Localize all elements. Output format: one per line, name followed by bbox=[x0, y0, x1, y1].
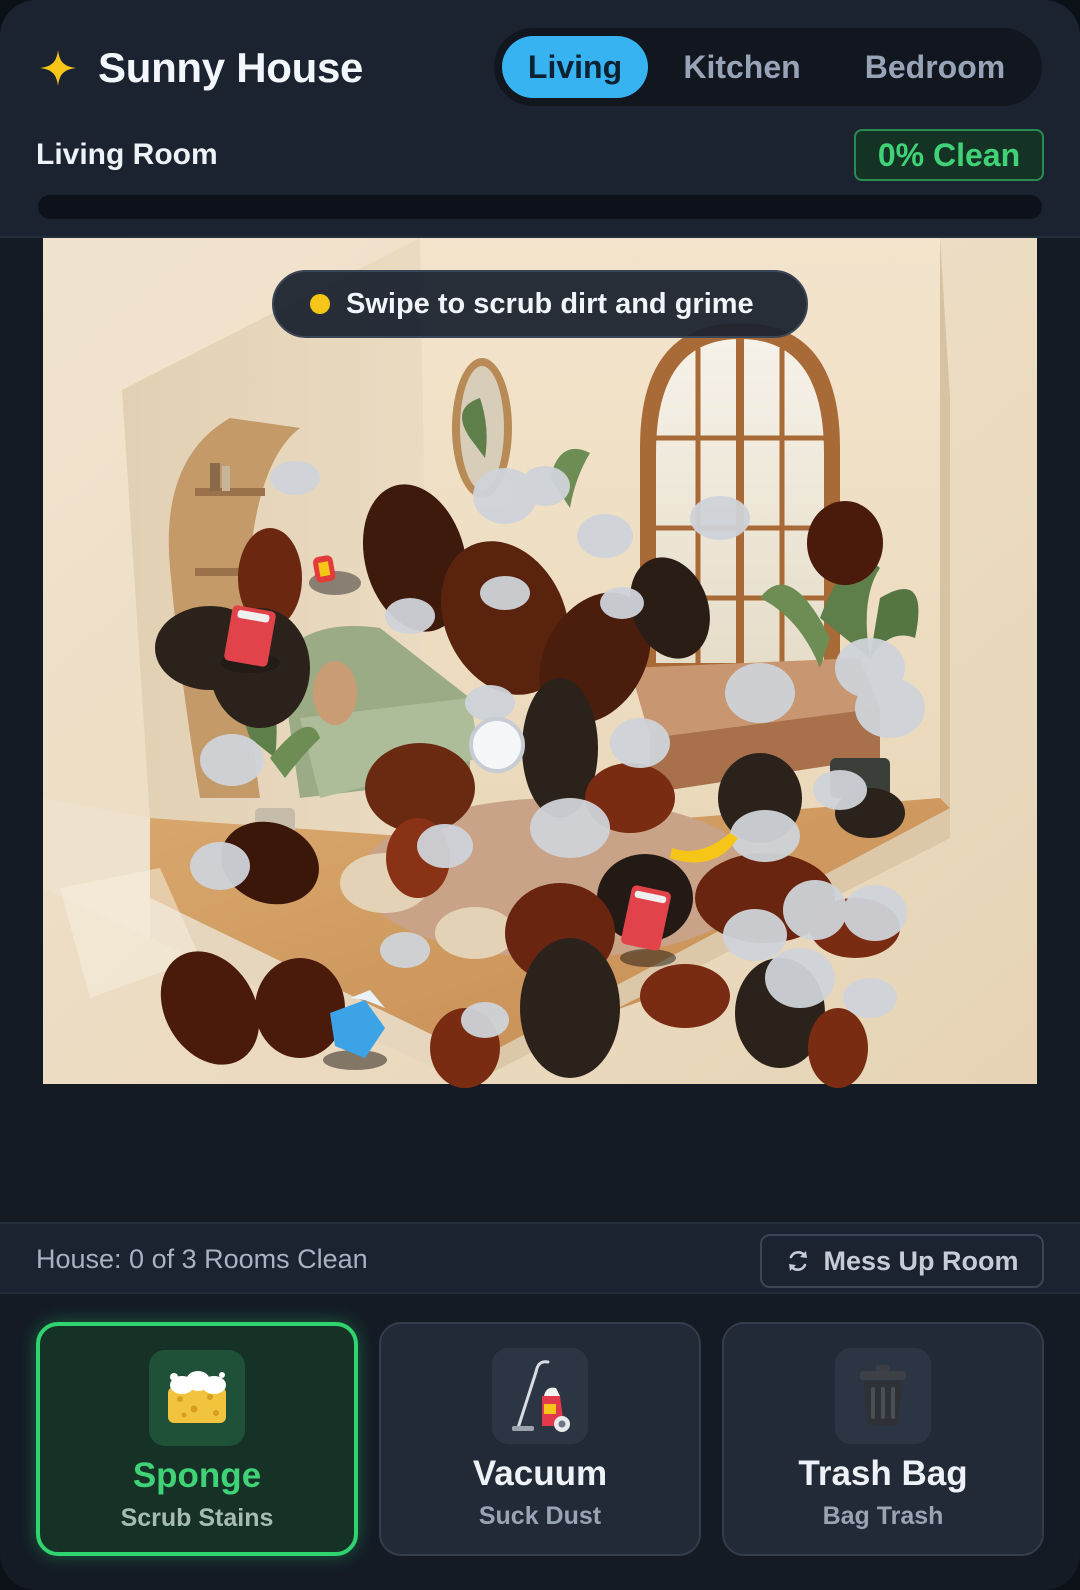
tool-subtitle: Scrub Stains bbox=[120, 1504, 274, 1532]
dust-cloud[interactable] bbox=[725, 663, 795, 723]
room-tabs: Living Kitchen Bedroom bbox=[494, 28, 1042, 106]
tool-trash-bag[interactable]: Trash Bag Bag Trash bbox=[722, 1322, 1044, 1556]
dirt-stain[interactable] bbox=[808, 1008, 868, 1088]
clean-percent-badge: 0% Clean bbox=[854, 129, 1044, 181]
dust-cloud[interactable] bbox=[530, 798, 610, 858]
tool-name: Sponge bbox=[132, 1456, 262, 1495]
room-illustration[interactable] bbox=[0, 238, 1080, 1222]
hint-text: Swipe to scrub dirt and grime bbox=[346, 287, 754, 320]
sponge-icon bbox=[149, 1350, 245, 1446]
mess-up-room-button[interactable]: Mess Up Room bbox=[760, 1234, 1044, 1288]
dust-cloud[interactable] bbox=[600, 587, 644, 619]
tool-subtitle: Bag Trash bbox=[822, 1502, 944, 1530]
dust-cloud[interactable] bbox=[520, 466, 570, 506]
dust-cloud[interactable] bbox=[783, 880, 847, 940]
plate[interactable] bbox=[469, 717, 525, 773]
app-title: Sunny House bbox=[98, 44, 364, 91]
dust-cloud[interactable] bbox=[465, 685, 515, 721]
dust-cloud[interactable] bbox=[610, 718, 670, 768]
clean-progress-bar bbox=[38, 195, 1042, 219]
hint-pill: Swipe to scrub dirt and grime bbox=[272, 270, 808, 338]
dirt-stain[interactable] bbox=[640, 964, 730, 1028]
dust-cloud[interactable] bbox=[200, 734, 264, 786]
sparkle-icon bbox=[40, 50, 76, 86]
tab-bedroom[interactable]: Bedroom bbox=[836, 36, 1034, 98]
mess-up-room-label: Mess Up Room bbox=[823, 1245, 1019, 1276]
dust-cloud[interactable] bbox=[843, 978, 897, 1018]
dust-cloud[interactable] bbox=[385, 598, 435, 634]
dust-cloud[interactable] bbox=[765, 948, 835, 1008]
dust-cloud[interactable] bbox=[690, 496, 750, 540]
refresh-icon bbox=[789, 1251, 808, 1271]
dust-cloud[interactable] bbox=[843, 885, 907, 941]
header: Sunny House Living Kitchen Bedroom Livin… bbox=[0, 0, 1080, 238]
dust-cloud[interactable] bbox=[380, 932, 430, 968]
house-progress-text: House: 0 of 3 Rooms Clean bbox=[36, 1244, 368, 1274]
brand: Sunny House bbox=[38, 40, 363, 96]
dirt-stain[interactable] bbox=[807, 501, 883, 585]
dust-cloud[interactable] bbox=[270, 461, 320, 495]
yellow-dot-icon bbox=[310, 294, 330, 314]
tool-sponge[interactable]: Sponge Scrub Stains bbox=[36, 1322, 358, 1556]
tool-name: Vacuum bbox=[472, 1454, 608, 1493]
dust-cloud[interactable] bbox=[730, 810, 800, 862]
tab-kitchen[interactable]: Kitchen bbox=[648, 36, 836, 98]
tab-living[interactable]: Living bbox=[502, 36, 648, 98]
tool-name: Trash Bag bbox=[798, 1454, 968, 1493]
tool-bar: Sponge Scrub Stains Vacuum Suck Dust Tra… bbox=[0, 1294, 1080, 1590]
dust-cloud[interactable] bbox=[190, 842, 250, 890]
dust-cloud[interactable] bbox=[855, 678, 925, 738]
dust-cloud[interactable] bbox=[480, 576, 530, 610]
tool-vacuum[interactable]: Vacuum Suck Dust bbox=[379, 1322, 701, 1556]
dirt-stain[interactable] bbox=[255, 958, 345, 1058]
house-status-bar: House: 0 of 3 Rooms Clean Mess Up Room bbox=[0, 1222, 1080, 1294]
dust-cloud[interactable] bbox=[417, 824, 473, 868]
dust-cloud[interactable] bbox=[723, 909, 787, 961]
dust-cloud[interactable] bbox=[461, 1002, 509, 1038]
dirt-stain[interactable] bbox=[520, 938, 620, 1078]
tool-subtitle: Suck Dust bbox=[478, 1502, 602, 1530]
dust-cloud[interactable] bbox=[577, 514, 633, 558]
trash-can-icon bbox=[835, 1348, 931, 1444]
vacuum-icon bbox=[492, 1348, 588, 1444]
room-name: Living Room bbox=[36, 138, 218, 171]
room-scene[interactable]: Swipe to scrub dirt and grime bbox=[0, 238, 1080, 1222]
game-frame: Sunny House Living Kitchen Bedroom Livin… bbox=[0, 0, 1080, 1590]
dust-cloud[interactable] bbox=[813, 770, 867, 810]
